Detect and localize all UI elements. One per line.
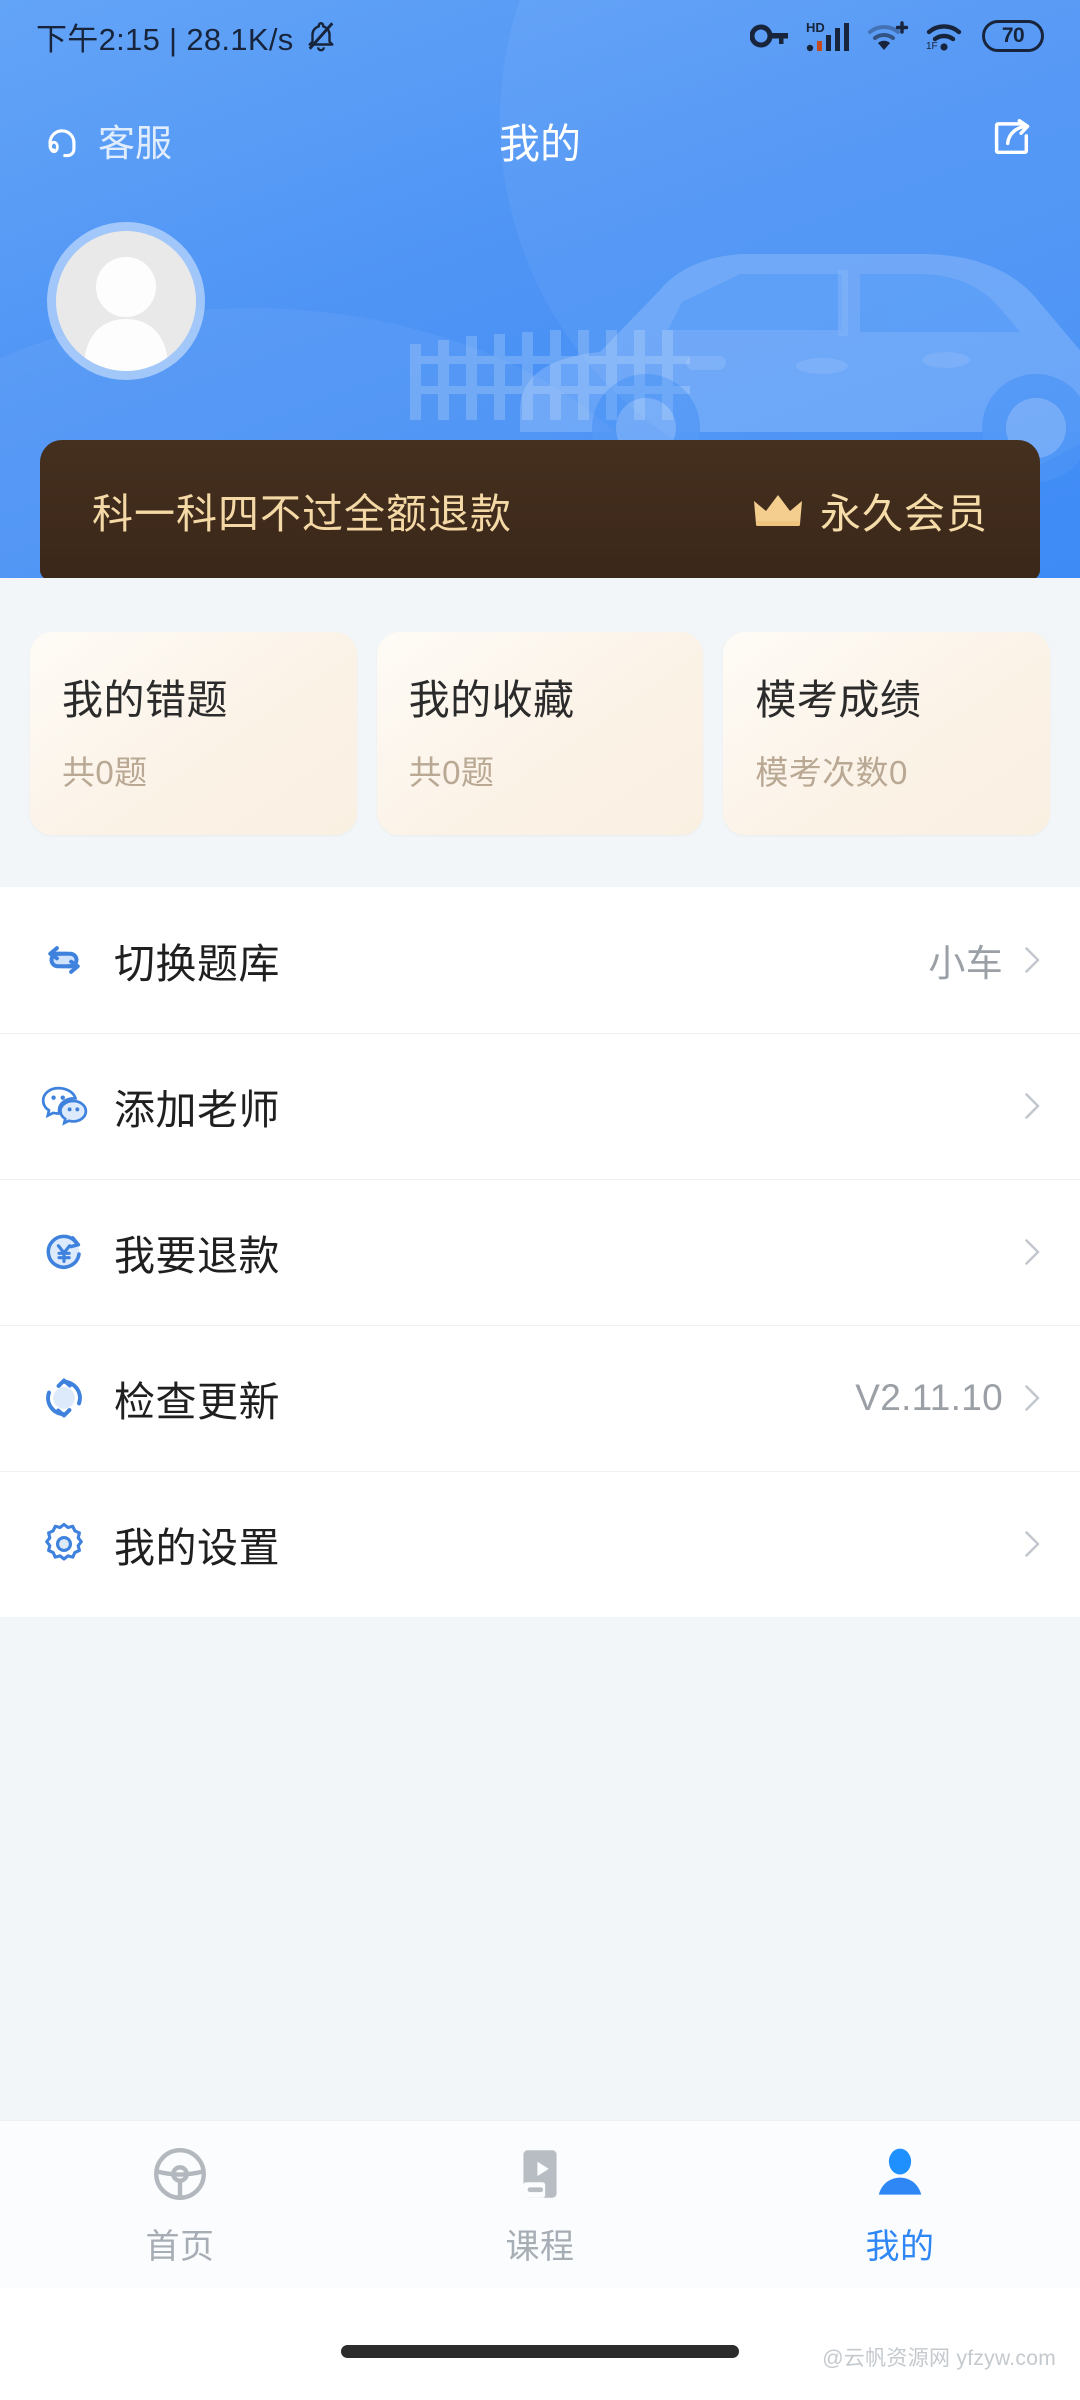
menu-item-switch-question-bank[interactable]: 切换题库 小车	[0, 887, 1080, 1033]
settings-menu-list: 切换题库 小车 添加老师 我要退款 检查更新 V2.11.10 我的设置	[0, 887, 1080, 1617]
menu-item-my-settings[interactable]: 我的设置	[0, 1471, 1080, 1617]
avatar-image	[56, 231, 196, 371]
vip-promo-text: 科一科四不过全额退款	[92, 491, 512, 537]
avatar[interactable]	[47, 222, 205, 380]
stat-card-subtitle: 模考次数0	[755, 754, 908, 791]
crown-icon	[754, 495, 802, 526]
menu-item-label: 切换题库	[114, 941, 280, 987]
menu-item-right	[1003, 1093, 1040, 1119]
stat-card-title: 我的错题	[62, 677, 228, 723]
tab-courses[interactable]: 课程	[360, 2143, 720, 2268]
tab-home[interactable]: 首页	[0, 2143, 360, 2268]
steering-wheel-icon	[154, 2148, 206, 2200]
menu-item-request-refund[interactable]: 我要退款	[0, 1179, 1080, 1325]
tab-label: 首页	[145, 2228, 215, 2266]
stat-card-subtitle: 共0题	[62, 754, 148, 791]
app-screen: 下午2:15 | 28.1K/s HD 1F 70 客服 我的 科一科四不过全额…	[0, 0, 1080, 2400]
menu-item-add-teacher[interactable]: 添加老师	[0, 1033, 1080, 1179]
watermark-text: @云帆资源网 yfzyw.com	[822, 2347, 1056, 2370]
refresh-icon	[36, 1373, 92, 1423]
stat-card-favorites[interactable]: 我的收藏 共0题	[376, 632, 704, 835]
stat-card-wrong-questions[interactable]: 我的错题 共0题	[30, 632, 357, 835]
stat-card-row: 我的错题 共0题 我的收藏 共0题 模考成绩 模考次数0	[0, 632, 1080, 835]
app-bar: 客服 我的	[0, 92, 1080, 188]
menu-item-label: 添加老师	[114, 1087, 280, 1133]
vip-member-label: 永久会员	[820, 491, 988, 537]
menu-item-right	[1003, 1239, 1040, 1265]
svg-text:1F: 1F	[926, 41, 938, 52]
wechat-icon	[36, 1081, 92, 1131]
wifi-plus-icon	[868, 21, 909, 50]
stat-card-title: 模考成绩	[755, 677, 922, 723]
video-course-icon	[523, 2150, 557, 2198]
home-indicator[interactable]	[341, 2345, 739, 2358]
hd-signal-bars-icon: HD	[806, 20, 849, 52]
chevron-right-icon	[1025, 1093, 1040, 1119]
menu-item-label: 我要退款	[114, 1233, 280, 1279]
status-time-and-speed: 下午2:15 | 28.1K/s	[36, 21, 294, 57]
vip-member-group: 永久会员	[752, 480, 988, 540]
battery-level-label: 70	[1001, 24, 1025, 47]
headset-icon	[48, 129, 76, 158]
customer-service-button[interactable]: 客服	[40, 113, 172, 167]
customer-service-label: 客服	[98, 123, 172, 164]
menu-item-label: 检查更新	[114, 1379, 280, 1425]
chevron-right-icon	[1025, 1239, 1040, 1265]
stat-card-mock-exam-scores[interactable]: 模考成绩 模考次数0	[723, 632, 1051, 835]
profile-hero-header: 下午2:15 | 28.1K/s HD 1F 70 客服 我的 科一科四不过全额…	[0, 0, 1080, 578]
wifi-icon: 1F	[926, 24, 962, 52]
tab-label: 课程	[505, 2228, 575, 2266]
swap-arrows-icon	[36, 935, 92, 985]
default-avatar-icon	[56, 231, 196, 371]
menu-item-check-update[interactable]: 检查更新 V2.11.10	[0, 1325, 1080, 1471]
vpn-key-icon	[750, 24, 788, 48]
home-indicator-area: @云帆资源网 yfzyw.com	[0, 2288, 1080, 2400]
person-icon	[878, 2148, 922, 2195]
tab-mine[interactable]: 我的	[720, 2143, 1080, 2268]
vip-promo-banner[interactable]: 科一科四不过全额退款 永久会员	[40, 440, 1040, 578]
stat-card-subtitle: 共0题	[408, 754, 495, 791]
refund-yen-icon	[36, 1227, 92, 1277]
menu-item-value: 小车	[928, 943, 1003, 984]
status-bar-right: HD 1F 70	[750, 19, 1044, 53]
menu-item-right: V2.11.10	[855, 1377, 1040, 1419]
gear-icon	[36, 1519, 92, 1569]
status-bar-left: 下午2:15 | 28.1K/s	[36, 14, 338, 59]
battery-indicator: 70	[982, 20, 1044, 52]
menu-item-value: V2.11.10	[855, 1377, 1003, 1418]
hd-label: HD	[806, 20, 825, 35]
bottom-tab-bar: 首页 课程 我的	[0, 2120, 1080, 2288]
chevron-right-icon	[1025, 1385, 1040, 1411]
tab-label: 我的	[865, 2228, 935, 2266]
stat-card-title: 我的收藏	[408, 677, 575, 723]
bell-muted-icon	[308, 22, 334, 52]
menu-item-label: 我的设置	[114, 1525, 280, 1571]
chevron-right-icon	[1025, 947, 1040, 973]
share-button[interactable]	[986, 112, 1038, 169]
menu-item-right	[1003, 1531, 1040, 1557]
chevron-right-icon	[1025, 1531, 1040, 1557]
menu-item-right: 小车	[928, 933, 1040, 987]
section-divider	[0, 860, 1080, 887]
share-icon	[994, 118, 1030, 154]
status-bar: 下午2:15 | 28.1K/s HD 1F 70	[0, 0, 1080, 72]
